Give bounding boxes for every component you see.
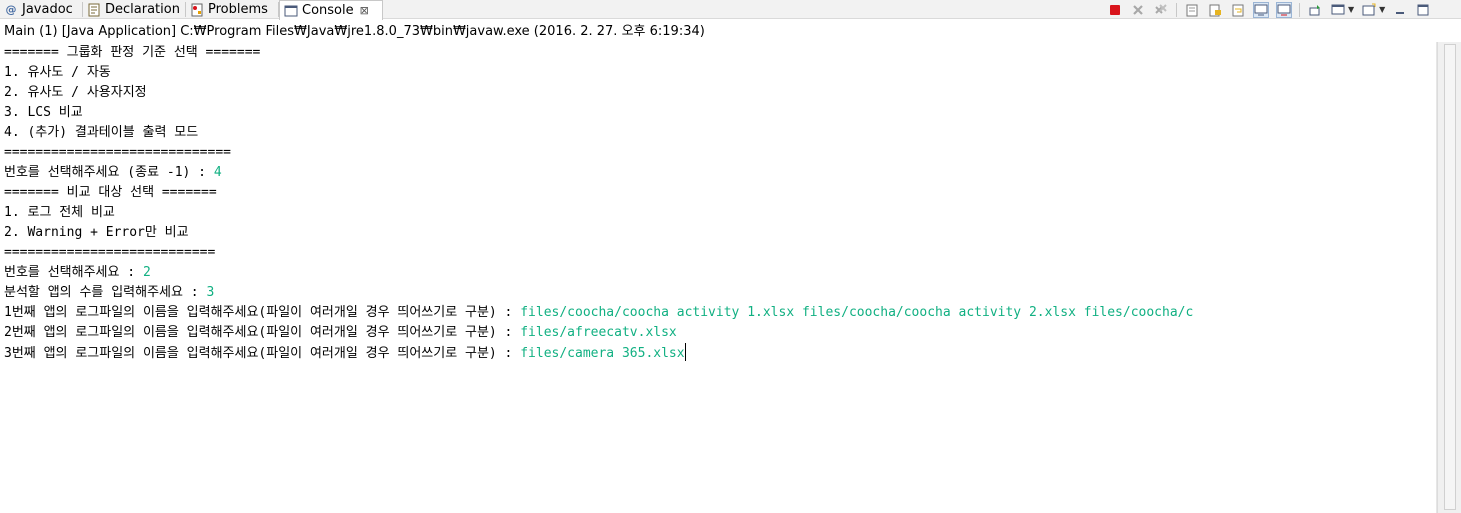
console-toolbar: ▼ ▼ bbox=[1107, 0, 1438, 19]
tab-problems[interactable]: Problems bbox=[186, 0, 279, 19]
console-input-text: files/afreecatv.xlsx bbox=[520, 325, 677, 340]
console-output-text: 2번째 앱의 로그파일의 이름을 입력해주세요(파일이 여러개일 경우 띄어쓰기… bbox=[4, 325, 521, 340]
console-line: 번호를 선택해주세요 : 2 bbox=[4, 263, 1434, 283]
console-input-text: 2 bbox=[142, 265, 151, 280]
console-line: 4. (추가) 결과테이블 출력 모드 bbox=[4, 123, 1434, 143]
console-output-text: =========================== bbox=[4, 245, 216, 260]
console-output-text: 분석할 앱의 수를 입력해주세요 : bbox=[4, 285, 207, 300]
console-input-text: files/camera 365.xlsx bbox=[520, 346, 685, 361]
tab-console[interactable]: Console ⊠ bbox=[279, 0, 383, 20]
console-icon bbox=[284, 4, 298, 18]
scroll-lock-icon[interactable] bbox=[1207, 2, 1223, 18]
console-output-text: ============================= bbox=[4, 145, 231, 160]
show-on-stderr-icon[interactable] bbox=[1276, 1, 1292, 18]
maximize-icon[interactable] bbox=[1415, 2, 1431, 18]
console-line: =========================== bbox=[4, 243, 1434, 263]
terminate-icon[interactable] bbox=[1107, 2, 1123, 18]
tab-label: Problems bbox=[208, 2, 268, 17]
launch-description: Main (1) [Java Application] C:₩Program F… bbox=[4, 24, 705, 39]
console-input-text: 3 bbox=[206, 285, 215, 300]
remove-all-terminated-icon[interactable] bbox=[1153, 2, 1169, 18]
console-line: ======= 비교 대상 선택 ======= bbox=[4, 183, 1434, 203]
console-line: 2. Warning + Error만 비교 bbox=[4, 223, 1434, 243]
console-output-text: 4. (추가) 결과테이블 출력 모드 bbox=[4, 125, 199, 140]
console-output-text: ======= 비교 대상 선택 ======= bbox=[4, 185, 217, 200]
at-icon: @ bbox=[5, 3, 17, 16]
declaration-icon bbox=[87, 3, 101, 17]
console-output-text: ======= 그룹화 판정 기준 선택 ======= bbox=[4, 45, 261, 60]
tab-javadoc[interactable]: @ Javadoc bbox=[0, 0, 83, 19]
problems-icon bbox=[190, 3, 204, 17]
open-console-icon[interactable] bbox=[1361, 2, 1377, 18]
console-output-text: 3. LCS 비교 bbox=[4, 105, 83, 120]
word-wrap-icon[interactable] bbox=[1230, 2, 1246, 18]
console-line: ============================= bbox=[4, 143, 1434, 163]
minimize-icon[interactable] bbox=[1392, 2, 1408, 18]
view-tab-bar: @ Javadoc Declaration Problems Console ⊠ bbox=[0, 0, 1461, 20]
remove-launch-icon[interactable] bbox=[1130, 2, 1146, 18]
display-selected-console-icon[interactable] bbox=[1330, 2, 1346, 18]
console-output-text: 2. 유사도 / 사용자지정 bbox=[4, 85, 147, 100]
scrollbar-thumb[interactable] bbox=[1444, 44, 1456, 510]
clear-console-icon[interactable] bbox=[1184, 2, 1200, 18]
close-icon[interactable]: ⊠ bbox=[360, 4, 369, 17]
console-line: 1. 로그 전체 비교 bbox=[4, 203, 1434, 223]
console-output[interactable]: ======= 그룹화 판정 기준 선택 ======= 1. 유사도 / 자동 2… bbox=[4, 43, 1434, 513]
console-line: 2. 유사도 / 사용자지정 bbox=[4, 83, 1434, 103]
console-output-text: 번호를 선택해주세요 (종료 -1) : bbox=[4, 165, 214, 180]
tab-label: Declaration bbox=[105, 2, 180, 17]
console-line: 분석할 앱의 수를 입력해주세요 : 3 bbox=[4, 283, 1434, 303]
console-line: 2번째 앱의 로그파일의 이름을 입력해주세요(파일이 여러개일 경우 띄어쓰기… bbox=[4, 323, 1434, 343]
console-output-text: 번호를 선택해주세요 : bbox=[4, 265, 143, 280]
console-output-text: 3번째 앱의 로그파일의 이름을 입력해주세요(파일이 여러개일 경우 띄어쓰기… bbox=[4, 346, 521, 361]
show-on-stdout-icon[interactable] bbox=[1253, 1, 1269, 18]
console-output-text: 1. 로그 전체 비교 bbox=[4, 205, 115, 220]
console-input-text: files/coocha/coocha activity 1.xlsx file… bbox=[520, 305, 1194, 320]
console-line: 1번째 앱의 로그파일의 이름을 입력해주세요(파일이 여러개일 경우 띄어쓰기… bbox=[4, 303, 1434, 323]
console-input-text: 4 bbox=[213, 165, 222, 180]
chevron-down-icon[interactable]: ▼ bbox=[1379, 5, 1385, 14]
text-caret bbox=[684, 343, 686, 361]
console-output-text: 1. 유사도 / 자동 bbox=[4, 65, 111, 80]
pin-console-icon[interactable] bbox=[1307, 2, 1323, 18]
console-line: ======= 그룹화 판정 기준 선택 ======= bbox=[4, 43, 1434, 63]
console-line: 번호를 선택해주세요 (종료 -1) : 4 bbox=[4, 163, 1434, 183]
console-line: 3번째 앱의 로그파일의 이름을 입력해주세요(파일이 여러개일 경우 띄어쓰기… bbox=[4, 343, 1434, 363]
tab-label: Console bbox=[302, 3, 354, 18]
console-line: 3. LCS 비교 bbox=[4, 103, 1434, 123]
console-output-text: 2. Warning + Error만 비교 bbox=[4, 225, 189, 240]
console-output-text: 1번째 앱의 로그파일의 이름을 입력해주세요(파일이 여러개일 경우 띄어쓰기… bbox=[4, 305, 521, 320]
console-line: 1. 유사도 / 자동 bbox=[4, 63, 1434, 83]
tab-label: Javadoc bbox=[22, 2, 73, 17]
vertical-scrollbar[interactable] bbox=[1437, 42, 1461, 513]
chevron-down-icon[interactable]: ▼ bbox=[1348, 5, 1354, 14]
tab-declaration[interactable]: Declaration bbox=[83, 0, 186, 19]
